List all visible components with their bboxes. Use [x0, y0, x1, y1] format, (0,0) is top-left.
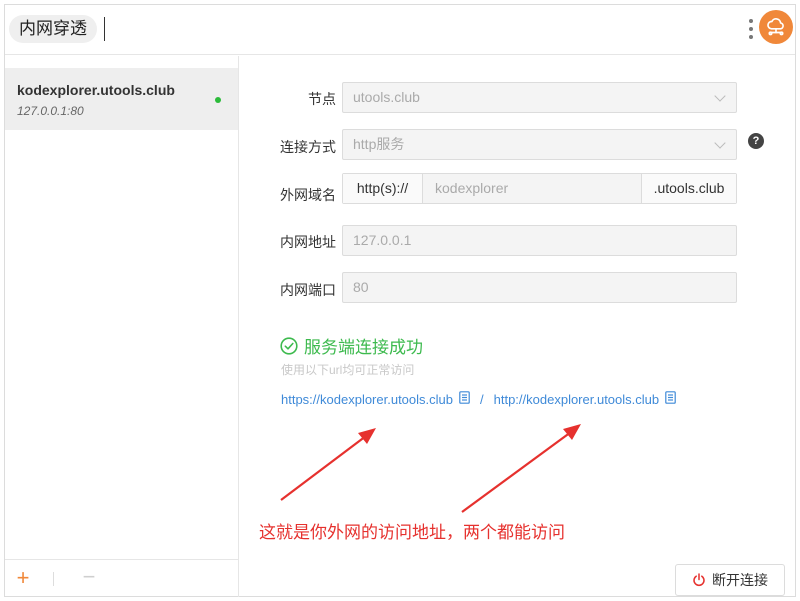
power-icon — [693, 573, 705, 587]
port-label: 内网端口 — [280, 282, 336, 298]
node-label: 节点 — [308, 91, 336, 107]
sidebar-footer: + − — [5, 559, 239, 597]
domain-prefix: http(s):// — [343, 174, 423, 203]
copy-icon[interactable] — [459, 391, 470, 407]
copy-icon[interactable] — [665, 391, 676, 407]
text-caret — [104, 17, 105, 41]
search-input[interactable]: 内网穿透 — [9, 15, 97, 43]
header-bar: 内网穿透 — [5, 5, 795, 55]
online-status-dot — [215, 97, 221, 103]
sidebar: kodexplorer.utools.club 127.0.0.1:80 — [5, 56, 239, 559]
connection-select[interactable]: http服务 — [342, 129, 737, 160]
chevron-down-icon — [714, 90, 726, 102]
port-input[interactable]: 80 — [342, 272, 737, 303]
disconnect-button[interactable]: 断开连接 — [675, 564, 785, 596]
connection-status: 服务端连接成功 — [280, 333, 423, 358]
connection-label: 连接方式 — [280, 139, 336, 155]
annotation-text: 这就是你外网的访问地址，两个都能访问 — [259, 523, 565, 543]
status-title: 服务端连接成功 — [304, 338, 423, 357]
sidebar-item-title: kodexplorer.utools.club — [17, 82, 175, 98]
check-circle-icon — [280, 336, 298, 355]
http-url-link[interactable]: http://kodexplorer.utools.club — [494, 392, 660, 407]
domain-field-group: http(s):// kodexplorer .utools.club — [342, 173, 737, 204]
cloud-network-icon[interactable] — [759, 10, 793, 44]
node-select[interactable]: utools.club — [342, 82, 737, 113]
footer-divider — [53, 572, 54, 586]
status-hint: 使用以下url均可正常访问 — [281, 363, 415, 377]
domain-suffix: .utools.club — [641, 174, 736, 203]
disconnect-label: 断开连接 — [712, 572, 768, 588]
domain-label: 外网域名 — [280, 187, 336, 203]
https-url-link[interactable]: https://kodexplorer.utools.club — [281, 392, 453, 407]
domain-input[interactable]: kodexplorer — [423, 174, 641, 203]
node-select-value: utools.club — [353, 89, 420, 105]
remove-tunnel-button[interactable]: − — [77, 566, 101, 590]
add-tunnel-button[interactable]: + — [11, 566, 35, 590]
chevron-down-icon — [714, 137, 726, 149]
sidebar-item-subtitle: 127.0.0.1:80 — [17, 104, 84, 118]
address-label: 内网地址 — [280, 234, 336, 250]
url-separator: / — [480, 391, 484, 407]
help-icon[interactable]: ? — [748, 133, 764, 149]
sidebar-item-kodexplorer[interactable]: kodexplorer.utools.club 127.0.0.1:80 — [5, 68, 238, 130]
address-input[interactable]: 127.0.0.1 — [342, 225, 737, 256]
menu-dots-icon[interactable] — [747, 17, 755, 41]
url-list: https://kodexplorer.utools.club / http:/… — [281, 391, 676, 407]
connection-select-value: http服务 — [353, 136, 405, 152]
